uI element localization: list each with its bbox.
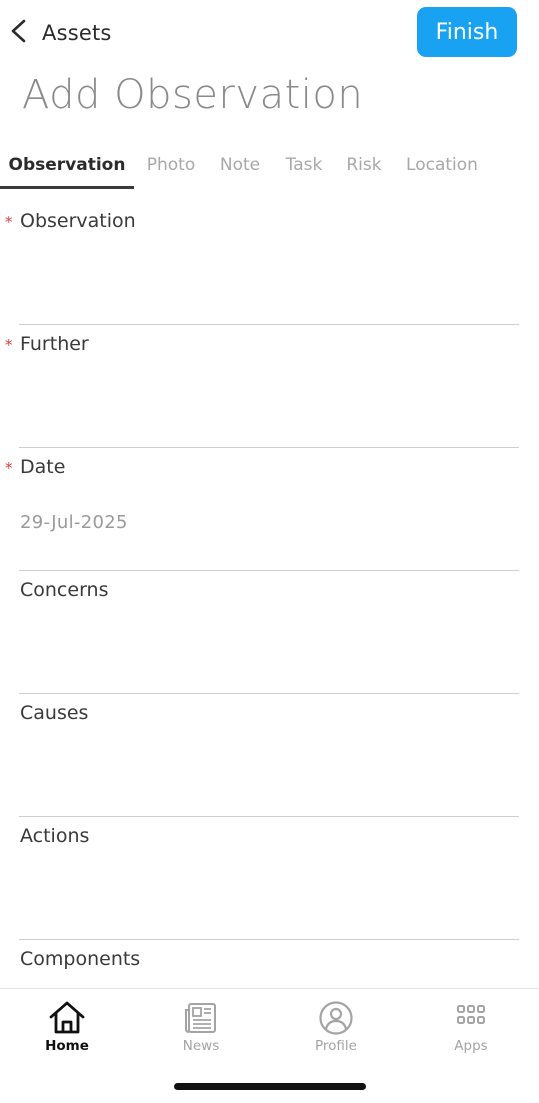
nav-home[interactable]: Home <box>0 989 134 1069</box>
further-label: Further <box>20 333 89 355</box>
tab-note[interactable]: Note <box>208 140 272 190</box>
further-field: * Further <box>0 325 539 448</box>
page-title: Add Observation <box>22 72 364 118</box>
home-indicator <box>174 1083 366 1090</box>
actions-label: Actions <box>20 825 90 847</box>
tab-risk[interactable]: Risk <box>336 140 392 190</box>
observation-label: Observation <box>20 210 136 232</box>
profile-icon <box>316 998 356 1038</box>
causes-field: Causes <box>0 694 539 817</box>
tab-photo[interactable]: Photo <box>134 140 208 190</box>
finish-button[interactable]: Finish <box>417 7 517 57</box>
causes-label: Causes <box>20 702 89 724</box>
concerns-input[interactable] <box>20 619 518 679</box>
required-marker: * <box>5 459 13 477</box>
causes-input[interactable] <box>20 742 518 802</box>
tab-location[interactable]: Location <box>392 140 492 190</box>
required-marker: * <box>5 213 13 231</box>
tab-observation[interactable]: Observation <box>0 140 134 190</box>
concerns-field: Concerns <box>0 571 539 694</box>
date-field: * Date 29-Jul-2025 <box>0 448 539 571</box>
nav-profile[interactable]: Profile <box>269 989 403 1069</box>
further-input[interactable] <box>20 373 518 433</box>
chevron-left-icon <box>8 19 32 47</box>
news-icon <box>181 998 221 1038</box>
concerns-label: Concerns <box>20 579 109 601</box>
add-observation-screen: Assets Finish Add Observation Observatio… <box>0 0 539 1103</box>
nav-news[interactable]: News <box>134 989 268 1069</box>
nav-news-label: News <box>182 1038 220 1054</box>
actions-field: Actions <box>0 817 539 940</box>
components-label: Components <box>20 948 141 970</box>
apps-icon <box>451 998 491 1038</box>
back-label: Assets <box>42 21 112 45</box>
actions-input[interactable] <box>20 865 518 925</box>
nav-apps-label: Apps <box>454 1038 488 1054</box>
observation-field: * Observation <box>0 202 539 325</box>
nav-apps[interactable]: Apps <box>404 989 538 1069</box>
tab-task[interactable]: Task <box>272 140 336 190</box>
back-button[interactable]: Assets <box>8 14 112 52</box>
date-input[interactable]: 29-Jul-2025 <box>20 512 128 533</box>
active-tab-indicator <box>0 186 134 189</box>
nav-home-label: Home <box>45 1038 89 1054</box>
home-icon <box>47 998 87 1038</box>
nav-profile-label: Profile <box>315 1038 357 1054</box>
tab-bar: Observation Photo Note Task Risk Locatio… <box>0 140 539 190</box>
required-marker: * <box>5 336 13 354</box>
observation-input[interactable] <box>20 250 518 310</box>
date-label: Date <box>20 456 66 478</box>
